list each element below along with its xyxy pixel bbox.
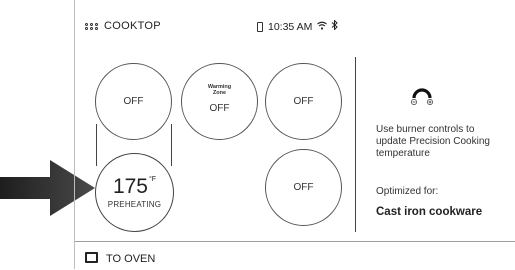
clock: 10:35 AM [268,20,313,33]
oven-icon [85,252,98,263]
burner-top-left[interactable]: OFF [95,63,172,140]
burner-bottom-left-active[interactable]: 175 °F PREHEATING [95,153,174,232]
bottom-bar: TO OVEN [75,241,515,270]
burner-warming-zone[interactable]: Warming Zone OFF [181,63,258,140]
temperature-value: 175 [112,175,148,198]
to-oven-label: TO OVEN [106,253,156,265]
temperature-readout: 175 °F [113,176,156,197]
app-grid-icon[interactable] [85,22,99,30]
app-title: COOKTOP [85,20,161,32]
preheating-status: PREHEATING [107,200,162,209]
status-bar: COOKTOP 10:35 AM [75,0,515,48]
instruction-text: Use burner controls to update Precision … [376,124,490,159]
wifi-icon [317,21,328,33]
burner-state: OFF [293,96,314,107]
optimized-for-label: Optimized for: [376,186,439,197]
app-title-label: COOKTOP [104,20,161,32]
burner-bottom-right[interactable]: OFF [265,149,342,226]
bridge-line-left [96,124,97,166]
warming-zone-label: Warming Zone [207,83,232,96]
burner-knob-icon [411,88,433,105]
cooktop-panel: COOKTOP 10:35 AM OFF Warming Zone OFF OF… [74,0,515,269]
optimized-for-value: Cast iron cookware [376,206,483,218]
bluetooth-icon [331,19,339,33]
burner-state: OFF [123,96,144,107]
bridge-line-right [171,124,172,166]
burner-top-right[interactable]: OFF [265,63,342,140]
phone-icon [257,21,263,32]
status-indicators: 10:35 AM [257,19,339,33]
burner-state: OFF [209,102,230,114]
temperature-unit: °F [148,176,157,183]
panel-divider [355,57,356,232]
burner-state: OFF [293,182,314,193]
